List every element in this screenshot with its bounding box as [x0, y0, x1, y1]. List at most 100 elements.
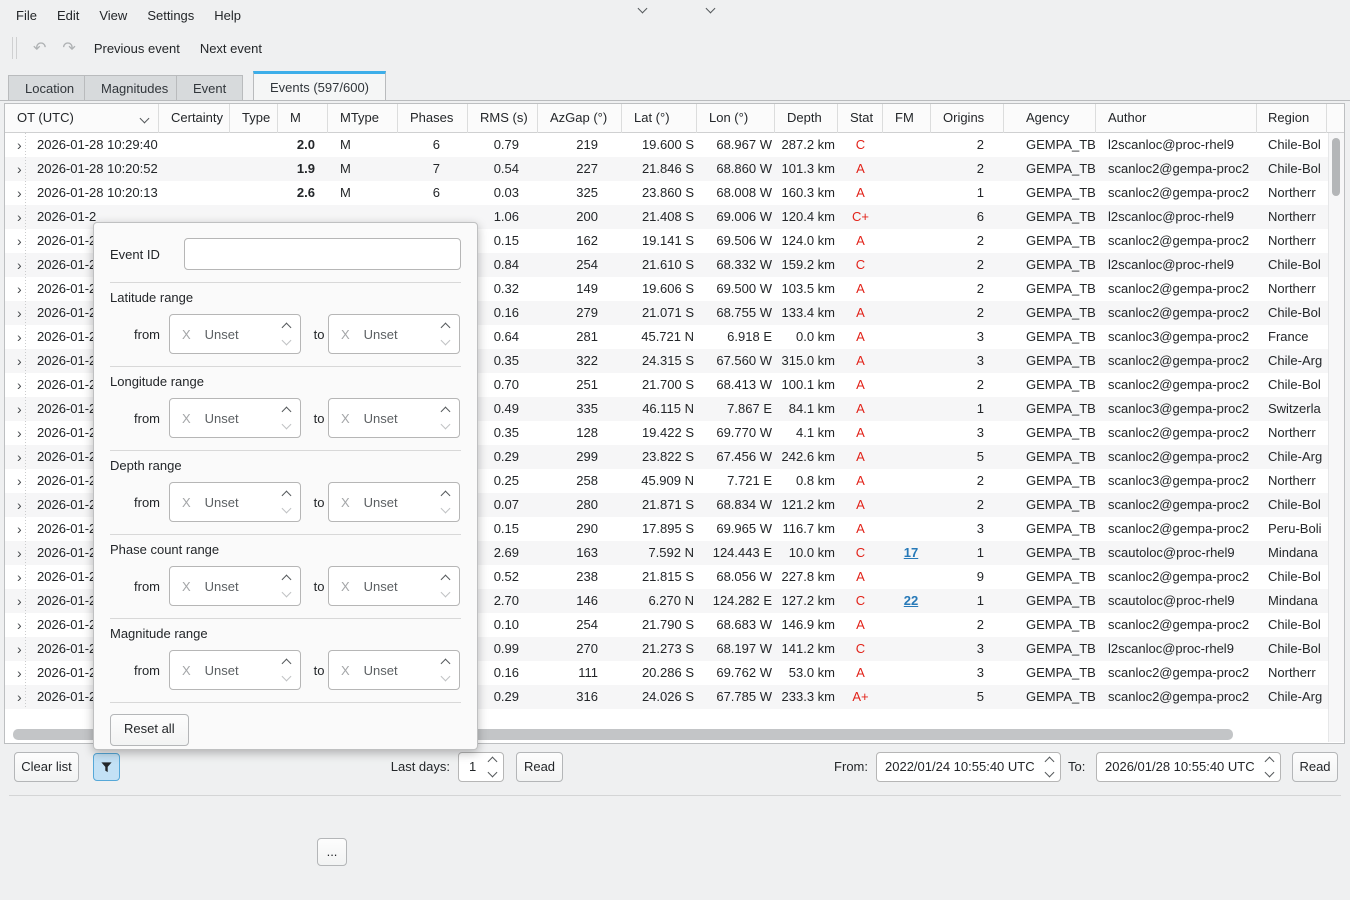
menu-help[interactable]: Help	[204, 4, 251, 27]
spin-up-icon[interactable]	[1045, 757, 1055, 767]
event-row[interactable]: ›2026-01-28 10:20:132.6M60.0332523.860 S…	[5, 181, 1329, 205]
spin-down-icon[interactable]	[441, 672, 451, 682]
spin-down-icon[interactable]	[488, 768, 498, 778]
phase-count-range-from-spinbox[interactable]: XUnset	[169, 566, 301, 606]
clear-value-icon[interactable]: X	[182, 663, 191, 678]
column-header-author[interactable]: Author	[1096, 104, 1257, 133]
region-browse-button[interactable]: ...	[317, 838, 347, 866]
clear-value-icon[interactable]: X	[182, 411, 191, 426]
column-header-lon[interactable]: Lon (°)	[697, 104, 775, 133]
spin-up-icon[interactable]	[441, 323, 451, 333]
event-row[interactable]: ›2026-01-28 10:20:521.9M70.5422721.846 S…	[5, 157, 1329, 181]
expand-chevron-icon[interactable]: ›	[17, 589, 22, 613]
clear-value-icon[interactable]: X	[341, 327, 350, 342]
next-event-button[interactable]: Next event	[190, 37, 272, 60]
redo-icon[interactable]: ↷	[54, 36, 83, 60]
spin-down-icon[interactable]	[1045, 768, 1055, 778]
longitude-range-to-spinbox[interactable]: XUnset	[328, 398, 460, 438]
spin-down-icon[interactable]	[441, 504, 451, 514]
column-header-stat[interactable]: Stat	[838, 104, 883, 133]
expand-chevron-icon[interactable]: ›	[17, 565, 22, 589]
column-header-type[interactable]: Type	[230, 104, 278, 133]
clear-value-icon[interactable]: X	[341, 663, 350, 678]
expand-chevron-icon[interactable]: ›	[17, 637, 22, 661]
spin-down-icon[interactable]	[282, 672, 292, 682]
expand-chevron-icon[interactable]: ›	[17, 517, 22, 541]
menu-view[interactable]: View	[89, 4, 137, 27]
tab-location[interactable]: Location	[8, 75, 91, 100]
expand-chevron-icon[interactable]: ›	[17, 469, 22, 493]
spin-down-icon[interactable]	[282, 336, 292, 346]
expand-chevron-icon[interactable]: ›	[17, 229, 22, 253]
clear-value-icon[interactable]: X	[341, 579, 350, 594]
expand-chevron-icon[interactable]: ›	[17, 613, 22, 637]
spin-up-icon[interactable]	[1265, 757, 1275, 767]
clear-value-icon[interactable]: X	[182, 579, 191, 594]
spin-up-icon[interactable]	[282, 575, 292, 585]
column-header-certainty[interactable]: Certainty	[159, 104, 230, 133]
column-header-azgap[interactable]: AzGap (°)	[538, 104, 622, 133]
tab-event[interactable]: Event	[176, 75, 243, 100]
latitude-range-to-spinbox[interactable]: XUnset	[328, 314, 460, 354]
spin-up-icon[interactable]	[441, 491, 451, 501]
column-header-ot[interactable]: OT (UTC)	[5, 104, 159, 133]
magnitude-range-from-spinbox[interactable]: XUnset	[169, 650, 301, 690]
menu-edit[interactable]: Edit	[47, 4, 89, 27]
expand-chevron-icon[interactable]: ›	[17, 205, 22, 229]
expand-chevron-icon[interactable]: ›	[17, 685, 22, 709]
expand-chevron-icon[interactable]: ›	[17, 349, 22, 373]
clear-value-icon[interactable]: X	[341, 495, 350, 510]
spin-up-icon[interactable]	[441, 659, 451, 669]
spin-up-icon[interactable]	[282, 659, 292, 669]
last-days-spinbox[interactable]: 1	[458, 752, 504, 782]
phase-count-range-to-spinbox[interactable]: XUnset	[328, 566, 460, 606]
spin-up-icon[interactable]	[282, 407, 292, 417]
spin-down-icon[interactable]	[282, 504, 292, 514]
event-id-input[interactable]	[184, 238, 461, 270]
depth-range-to-spinbox[interactable]: XUnset	[328, 482, 460, 522]
spin-up-icon[interactable]	[441, 575, 451, 585]
column-header-lat[interactable]: Lat (°)	[622, 104, 697, 133]
tab-magnitudes[interactable]: Magnitudes	[84, 75, 185, 100]
to-datetime-spinbox[interactable]: 2026/01/28 10:55:40 UTC	[1096, 752, 1281, 782]
column-header-rms[interactable]: RMS (s)	[468, 104, 538, 133]
previous-event-button[interactable]: Previous event	[84, 37, 190, 60]
vertical-scrollbar-handle[interactable]	[1332, 138, 1340, 196]
column-header-phases[interactable]: Phases	[398, 104, 468, 133]
column-header-fm[interactable]: FM	[883, 104, 931, 133]
spin-down-icon[interactable]	[441, 420, 451, 430]
expand-chevron-icon[interactable]: ›	[17, 421, 22, 445]
longitude-range-from-spinbox[interactable]: XUnset	[169, 398, 301, 438]
clear-list-button[interactable]: Clear list	[14, 752, 79, 782]
reset-all-button[interactable]: Reset all	[110, 714, 189, 746]
spin-up-icon[interactable]	[441, 407, 451, 417]
column-header-depth[interactable]: Depth	[775, 104, 838, 133]
menu-file[interactable]: File	[6, 4, 47, 27]
spin-down-icon[interactable]	[441, 588, 451, 598]
expand-chevron-icon[interactable]: ›	[17, 325, 22, 349]
from-datetime-spinbox[interactable]: 2022/01/24 10:55:40 UTC	[876, 752, 1061, 782]
expand-chevron-icon[interactable]: ›	[17, 301, 22, 325]
expand-chevron-icon[interactable]: ›	[17, 253, 22, 277]
spin-down-icon[interactable]	[1265, 768, 1275, 778]
expand-chevron-icon[interactable]: ›	[17, 661, 22, 685]
clear-value-icon[interactable]: X	[182, 327, 191, 342]
spin-down-icon[interactable]	[441, 336, 451, 346]
clear-value-icon[interactable]: X	[182, 495, 191, 510]
expand-chevron-icon[interactable]: ›	[17, 397, 22, 421]
expand-chevron-icon[interactable]: ›	[17, 157, 22, 181]
depth-range-from-spinbox[interactable]: XUnset	[169, 482, 301, 522]
tab-events-597-600[interactable]: Events (597/600)	[253, 71, 386, 100]
expand-chevron-icon[interactable]: ›	[17, 133, 22, 157]
clear-value-icon[interactable]: X	[341, 411, 350, 426]
spin-up-icon[interactable]	[282, 323, 292, 333]
expand-chevron-icon[interactable]: ›	[17, 445, 22, 469]
column-header-m[interactable]: M	[278, 104, 328, 133]
magnitude-range-to-spinbox[interactable]: XUnset	[328, 650, 460, 690]
vertical-scrollbar[interactable]	[1328, 133, 1344, 742]
expand-chevron-icon[interactable]: ›	[17, 181, 22, 205]
column-header-region[interactable]: Region	[1257, 104, 1327, 133]
column-header-agency[interactable]: Agency	[1004, 104, 1096, 133]
spin-down-icon[interactable]	[282, 588, 292, 598]
toolbar-handle[interactable]	[12, 37, 17, 59]
